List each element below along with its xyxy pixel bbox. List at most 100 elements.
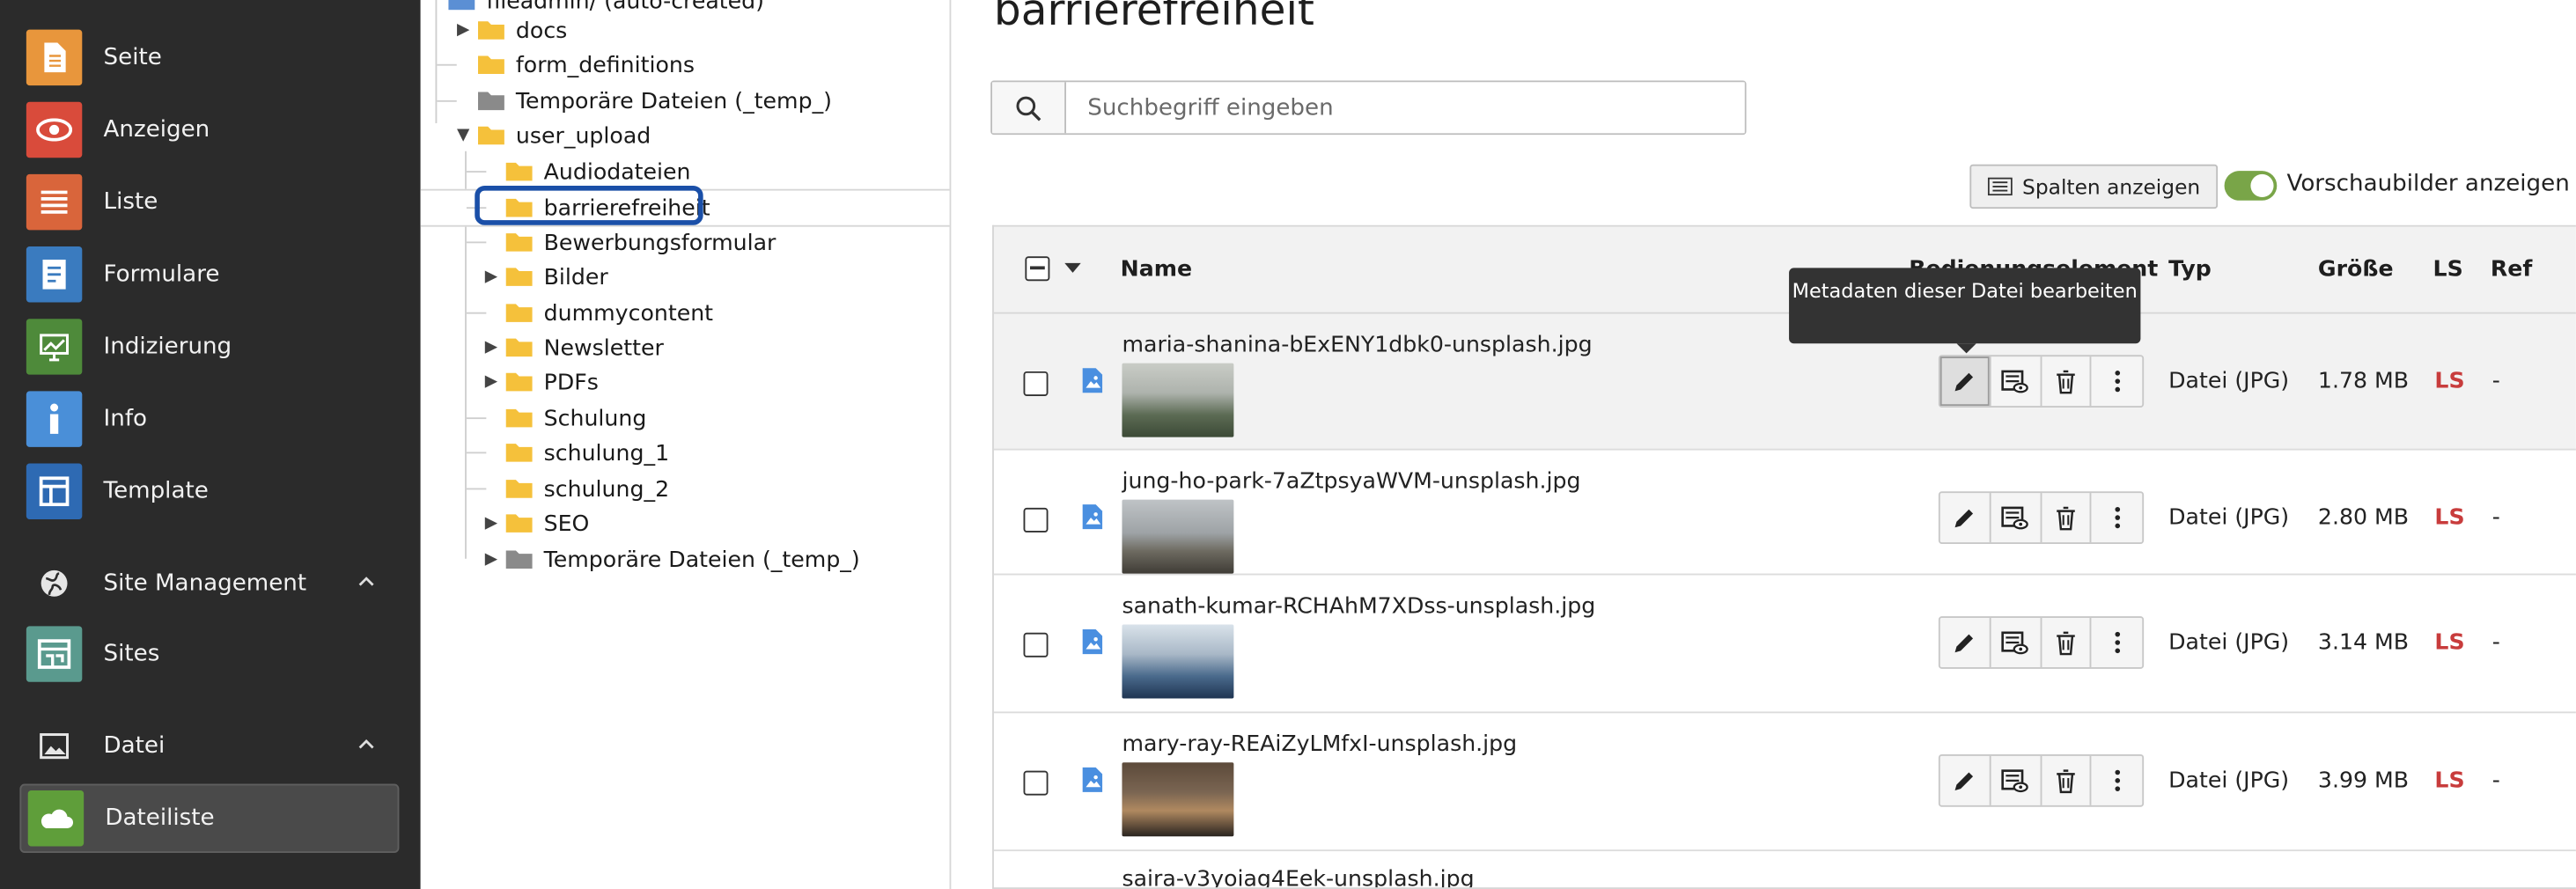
edit-metadata-button[interactable] <box>1940 617 1991 668</box>
tree-item[interactable]: ▶ PDFs <box>421 364 950 399</box>
pencil-icon <box>1955 633 1974 652</box>
file-thumbnail[interactable] <box>1122 363 1234 437</box>
caret-collapsed-icon[interactable]: ▶ <box>483 514 500 533</box>
caret-collapsed-icon[interactable]: ▶ <box>455 21 472 40</box>
tree-connector <box>466 312 487 314</box>
row-checkbox[interactable] <box>1023 632 1049 658</box>
delete-button[interactable] <box>2042 755 2092 805</box>
nav-info[interactable]: Info <box>19 385 399 453</box>
file-thumbnail[interactable] <box>1122 499 1234 574</box>
file-name-link[interactable]: saira-v3yoiag4Eek-unsplash.jpg <box>1122 866 1474 887</box>
caret-collapsed-icon[interactable]: ▶ <box>483 268 500 286</box>
caret-down-icon[interactable] <box>1064 262 1081 273</box>
folder-icon <box>478 92 504 111</box>
tree-item[interactable]: ▶ Bilder <box>421 260 950 294</box>
row-checkbox[interactable] <box>1023 770 1049 796</box>
image-file-icon <box>1082 629 1103 655</box>
table-row[interactable]: sanath-kumar-RCHAhM7XDss-unsplash.jpg Dat… <box>993 575 2576 714</box>
image-icon <box>26 733 82 760</box>
tree-item-label: docs <box>515 17 568 44</box>
nav-seite[interactable]: Seite <box>19 23 399 92</box>
thumbnails-toggle[interactable] <box>2224 171 2278 201</box>
tree-item[interactable]: Audiodateien <box>421 154 950 188</box>
nav-anzeigen[interactable]: Anzeigen <box>19 95 399 164</box>
kebab-menu-icon <box>2114 769 2120 791</box>
row-checkbox[interactable] <box>1023 507 1049 533</box>
table-row[interactable]: maria-shanina-bExENY1dbk0-unsplash.jpg Da… <box>993 313 2576 451</box>
nav-label: Anzeigen <box>103 116 210 143</box>
table-row[interactable]: jung-ho-park-7aZtpsyaWVM-unsplash.jpg Dat… <box>993 451 2576 576</box>
more-actions-button[interactable] <box>2092 618 2142 667</box>
nav-dateiliste[interactable]: Dateiliste <box>19 783 400 853</box>
nav-formulare[interactable]: Formulare <box>19 240 399 309</box>
table-row[interactable]: mary-ray-REAiZyLMfxI-unsplash.jpg Datei (… <box>993 713 2576 852</box>
nav-indizierung[interactable]: Indizierung <box>19 312 399 381</box>
tree-item[interactable]: ▶ Newsletter <box>421 330 950 364</box>
nav-liste[interactable]: Liste <box>19 167 399 236</box>
tree-item[interactable]: ▼ user_upload <box>421 118 950 152</box>
delete-button[interactable] <box>2042 617 2092 668</box>
nav-label: Liste <box>103 188 158 216</box>
file-name-link[interactable]: sanath-kumar-RCHAhM7XDss-unsplash.jpg <box>1122 593 1595 620</box>
caret-collapsed-icon[interactable]: ▶ <box>483 550 500 569</box>
tree-item[interactable]: ▶ Temporäre Dateien (_temp_) <box>421 542 950 577</box>
tree-item[interactable]: form_definitions <box>421 48 950 82</box>
ls-indicator: LS <box>2434 767 2465 794</box>
file-thumbnail[interactable] <box>1122 624 1234 699</box>
search-input[interactable] <box>1066 82 1745 134</box>
header-type[interactable]: Typ <box>2168 256 2212 283</box>
group-site-management[interactable]: Site Management <box>19 559 399 608</box>
tree-item[interactable]: Schulung <box>421 401 950 436</box>
more-actions-button[interactable] <box>2092 756 2142 805</box>
edit-metadata-button[interactable] <box>1940 493 1991 543</box>
file-name-link[interactable]: maria-shanina-bExENY1dbk0-unsplash.jpg <box>1122 332 1592 358</box>
caret-collapsed-icon[interactable]: ▶ <box>483 339 500 357</box>
nav-label: Template <box>103 478 209 505</box>
folder-icon <box>478 55 504 75</box>
show-info-button[interactable] <box>1991 356 2042 407</box>
table-row[interactable]: saira-v3yoiag4Eek-unsplash.jpg <box>994 851 2576 887</box>
header-ref: Ref <box>2490 256 2533 283</box>
caret-collapsed-icon[interactable]: ▶ <box>483 373 500 392</box>
show-info-button[interactable] <box>1991 617 2042 668</box>
tree-item-label: schulung_1 <box>543 439 670 467</box>
group-datei[interactable]: Datei <box>19 722 399 771</box>
edit-metadata-button[interactable] <box>1940 755 1991 805</box>
tree-item[interactable]: ▶ docs <box>421 13 950 48</box>
tree-item[interactable]: barrierefreiheit <box>420 188 950 227</box>
row-checkbox[interactable] <box>1023 371 1049 396</box>
nav-sites[interactable]: Sites <box>19 620 399 688</box>
file-name-link[interactable]: mary-ray-REAiZyLMfxI-unsplash.jpg <box>1122 731 1517 758</box>
delete-button[interactable] <box>2042 493 2092 543</box>
show-info-button[interactable] <box>1991 493 2042 543</box>
nav-label: Sites <box>103 641 160 668</box>
file-name-link[interactable]: jung-ho-park-7aZtpsyaWVM-unsplash.jpg <box>1122 468 1580 495</box>
tree-item[interactable]: dummycontent <box>421 296 950 330</box>
columns-button[interactable]: Spalten anzeigen <box>1969 164 2219 209</box>
search-button[interactable] <box>992 82 1067 134</box>
tree-item[interactable]: schulung_2 <box>421 472 950 506</box>
kebab-menu-icon <box>2114 506 2120 529</box>
nav-label: Info <box>103 406 148 433</box>
folder-icon <box>505 162 533 181</box>
tree-item[interactable]: Bewerbungsformular <box>421 225 950 260</box>
trash-icon <box>2056 505 2075 530</box>
file-thumbnail[interactable] <box>1122 762 1234 837</box>
delete-button[interactable] <box>2042 356 2092 407</box>
header-size[interactable]: Größe <box>2318 256 2394 283</box>
show-info-button[interactable] <box>1991 755 2042 805</box>
tree-item[interactable]: ▶ SEO <box>421 506 950 540</box>
row-actions <box>1938 753 2145 807</box>
more-actions-button[interactable] <box>2092 493 2142 542</box>
nav-template[interactable]: Template <box>19 457 399 525</box>
more-actions-button[interactable] <box>2092 356 2142 406</box>
select-all-checkbox[interactable] <box>1025 256 1050 282</box>
tree-item[interactable]: Temporäre Dateien (_temp_) <box>421 84 950 118</box>
tree-item-label: user_upload <box>515 122 651 149</box>
file-type: Datei (JPG) <box>2168 629 2290 656</box>
header-name[interactable]: Name <box>1121 256 1192 283</box>
tree-root-label: fileadmin/ (auto-created) <box>486 0 765 14</box>
edit-metadata-button[interactable] <box>1939 356 1991 407</box>
caret-expanded-icon[interactable]: ▼ <box>455 127 472 145</box>
tree-item[interactable]: schulung_1 <box>421 436 950 470</box>
